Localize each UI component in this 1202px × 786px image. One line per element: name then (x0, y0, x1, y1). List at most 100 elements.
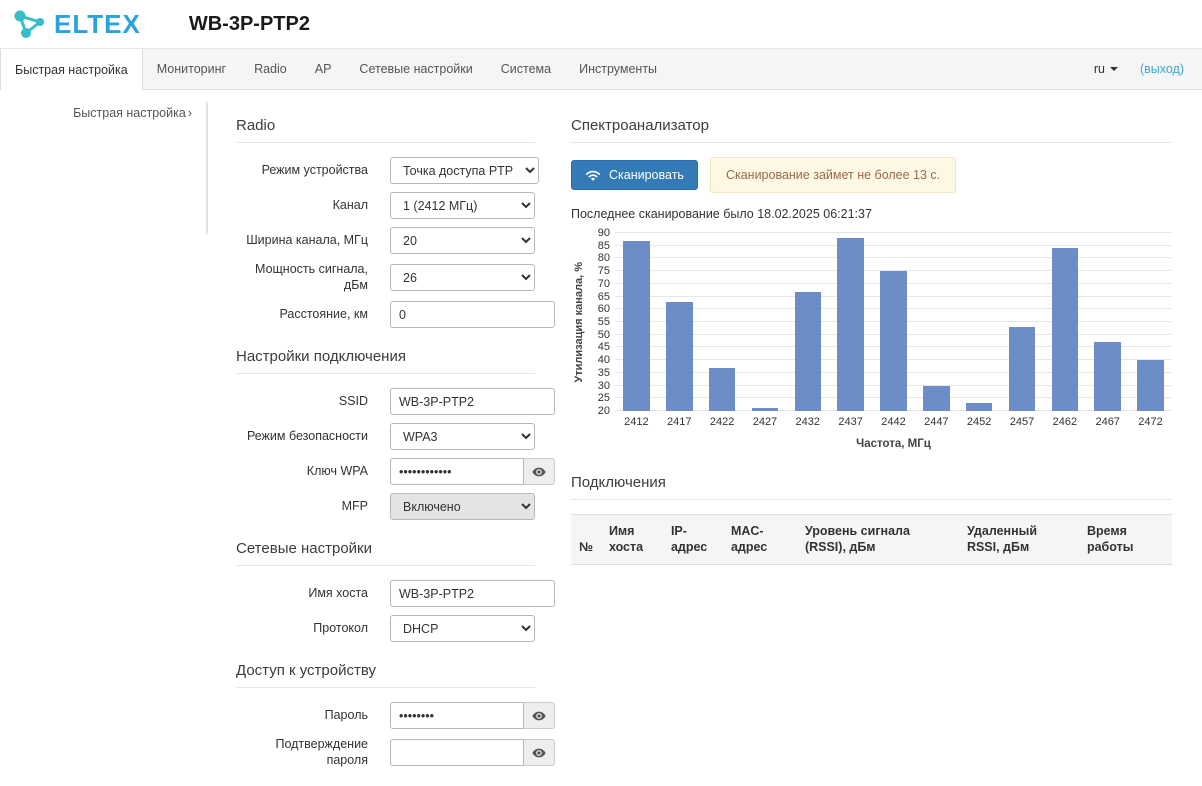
chart-bar (795, 292, 822, 412)
sidebar-item-quick-setup[interactable]: Быстрая настройка› (0, 106, 208, 120)
tab-monitoring[interactable]: Мониторинг (143, 49, 240, 89)
spectrum-chart: Утилизация канала, % 2025303540455055606… (571, 233, 1172, 450)
column-header-hostname: Имя хоста (601, 515, 663, 565)
show-password-button[interactable] (524, 702, 555, 729)
password-label: Пароль (236, 708, 368, 724)
y-tick-label: 80 (598, 252, 610, 264)
field-hostname: Имя хоста (236, 580, 535, 607)
tab-ap[interactable]: AP (301, 49, 346, 89)
field-signal-power: Мощность сигнала, дБм 26 (236, 262, 535, 293)
ssid-label: SSID (236, 394, 368, 410)
y-tick-label: 90 (598, 227, 610, 239)
chart-bar (1137, 360, 1164, 411)
y-tick-label: 45 (598, 341, 610, 353)
y-axis-title: Утилизация канала, % (571, 233, 587, 411)
chart-bar (666, 302, 693, 411)
y-tick-label: 55 (598, 316, 610, 328)
field-wpa-key: Ключ WPA (236, 458, 535, 485)
chart-bar (1052, 248, 1079, 411)
password-confirm-input[interactable] (390, 739, 524, 766)
device-mode-select[interactable]: Точка доступа PTP (390, 157, 539, 184)
y-tick-label: 70 (598, 278, 610, 290)
y-tick-label: 65 (598, 291, 610, 303)
wpa-key-input[interactable] (390, 458, 524, 485)
channel-label: Канал (236, 198, 368, 214)
x-tick-label: 2462 (1043, 416, 1086, 428)
chart-bar (837, 238, 864, 411)
chart-bars (615, 233, 1172, 411)
x-tick-label: 2412 (615, 416, 658, 428)
tab-system[interactable]: Система (487, 49, 565, 89)
channel-width-select[interactable]: 20 (390, 227, 535, 254)
chart-bar (709, 368, 736, 411)
section-device-access: Доступ к устройству Пароль (236, 662, 535, 768)
password-input[interactable] (390, 702, 524, 729)
chart-body: Утилизация канала, % 2025303540455055606… (571, 233, 1172, 411)
brand-text: ELTEX (54, 9, 141, 40)
field-password-confirm: Подтверждение пароля (236, 737, 535, 768)
mfp-label: MFP (236, 499, 368, 515)
tab-network-settings[interactable]: Сетевые настройки (345, 49, 486, 89)
settings-form: Radio Режим устройства Точка доступа PTP… (236, 117, 535, 786)
y-tick-label: 60 (598, 303, 610, 315)
y-tick-label: 40 (598, 354, 610, 366)
ssid-input[interactable] (390, 388, 555, 415)
scan-button[interactable]: Сканировать (571, 160, 698, 190)
x-tick-label: 2457 (1001, 416, 1044, 428)
eye-icon (532, 465, 546, 479)
field-security-mode: Режим безопасности WPA3 (236, 423, 535, 450)
chart-bar (880, 271, 907, 411)
field-channel: Канал 1 (2412 МГц) (236, 192, 535, 219)
security-mode-label: Режим безопасности (236, 429, 368, 445)
signal-power-label: Мощность сигнала, дБм (236, 262, 368, 293)
logout-link[interactable]: (выход) (1140, 62, 1184, 76)
language-selector[interactable]: ru (1094, 62, 1118, 76)
tab-tools[interactable]: Инструменты (565, 49, 671, 89)
connections-table-header: № Имя хоста IP-адрес MAC-адрес Уровень с… (571, 515, 1172, 565)
main-panel: Radio Режим устройства Точка доступа PTP… (208, 90, 1202, 786)
scan-duration-alert: Сканирование займет не более 13 с. (710, 157, 956, 193)
field-password: Пароль (236, 702, 535, 729)
section-title-network: Сетевые настройки (236, 540, 535, 566)
y-tick-label: 25 (598, 392, 610, 404)
mfp-select: Включено (390, 493, 535, 520)
chart-plot (615, 233, 1172, 411)
device-mode-label: Режим устройства (236, 163, 368, 179)
column-header-mac: MAC-адрес (723, 515, 797, 565)
signal-power-select[interactable]: 26 (390, 264, 535, 291)
column-header-remote-rssi: Удаленный RSSI, дБм (959, 515, 1079, 565)
connections-table: № Имя хоста IP-адрес MAC-адрес Уровень с… (571, 514, 1172, 565)
field-channel-width: Ширина канала, МГц 20 (236, 227, 535, 254)
caret-down-icon (1110, 67, 1118, 71)
security-mode-select[interactable]: WPA3 (390, 423, 535, 450)
distance-input[interactable] (390, 301, 555, 328)
x-tick-label: 2472 (1129, 416, 1172, 428)
wpa-key-label: Ключ WPA (236, 464, 368, 480)
scan-row: Сканировать Сканирование займет не более… (571, 157, 1172, 193)
field-protocol: Протокол DHCP (236, 615, 535, 642)
column-header-number: № (571, 515, 601, 565)
channel-width-label: Ширина канала, МГц (236, 233, 368, 249)
last-scan-text: Последнее сканирование было 18.02.2025 0… (571, 207, 1172, 221)
app-window: ELTEX WB-3P-PTP2 Быстрая настройка Монит… (0, 0, 1202, 786)
protocol-select[interactable]: DHCP (390, 615, 535, 642)
tab-radio[interactable]: Radio (240, 49, 301, 89)
show-wpa-key-button[interactable] (524, 458, 555, 485)
scan-button-label: Сканировать (609, 168, 684, 182)
hostname-label: Имя хоста (236, 586, 368, 602)
section-radio: Radio Режим устройства Точка доступа PTP… (236, 117, 535, 328)
y-tick-label: 30 (598, 380, 610, 392)
field-ssid: SSID (236, 388, 535, 415)
tab-quick-setup[interactable]: Быстрая настройка (0, 49, 143, 90)
chart-x-ticks: 2412241724222427243224372442244724522457… (615, 416, 1172, 428)
hostname-input[interactable] (390, 580, 555, 607)
connections-section: Подключения № Имя хоста IP-адрес MAC-адр… (571, 474, 1172, 565)
x-tick-label: 2452 (958, 416, 1001, 428)
eltex-molecule-icon (10, 7, 48, 41)
show-password-confirm-button[interactable] (524, 739, 555, 766)
sidebar: Быстрая настройка› (0, 90, 208, 120)
password-confirm-label: Подтверждение пароля (236, 737, 368, 768)
channel-select[interactable]: 1 (2412 МГц) (390, 192, 535, 219)
field-device-mode: Режим устройства Точка доступа PTP (236, 157, 535, 184)
distance-label: Расстояние, км (236, 307, 368, 323)
